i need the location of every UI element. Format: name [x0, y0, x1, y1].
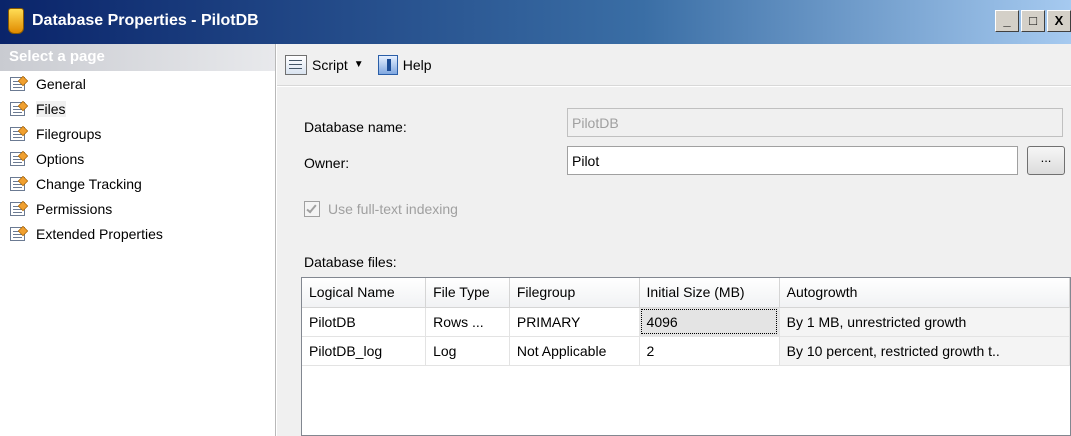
filegroup-cell[interactable]: PRIMARY	[509, 307, 640, 337]
browse-owner-button[interactable]: ...	[1027, 146, 1065, 175]
page-item-extended-properties[interactable]: Extended Properties	[10, 221, 275, 246]
files-page-content: Database name: PilotDB Owner: Pilot ... …	[277, 87, 1071, 436]
owner-label: Owner:	[304, 155, 350, 171]
table-row[interactable]: PilotDB_log Log Not Applicable 2 By 10 p…	[302, 336, 1070, 366]
files-table: Logical Name File Type Filegroup Initial…	[302, 278, 1070, 366]
properties-page-icon	[10, 75, 30, 92]
initial-size-cell[interactable]: 4096	[639, 307, 780, 337]
page-item-label: General	[36, 75, 86, 92]
script-icon	[285, 54, 307, 75]
properties-page-icon	[10, 200, 30, 217]
fulltext-indexing-checkbox	[304, 201, 320, 217]
file-type-cell[interactable]: Log	[425, 336, 510, 366]
page-item-label: Filegroups	[36, 125, 102, 142]
database-name-field: PilotDB	[567, 108, 1063, 137]
toolbar: Script ▼ Help	[277, 44, 1071, 86]
window-controls: _ □ X	[993, 10, 1071, 32]
window-title: Database Properties - PilotDB	[32, 12, 259, 29]
help-button[interactable]: Help	[377, 54, 432, 75]
help-icon	[377, 54, 398, 75]
page-item-label: Change Tracking	[36, 175, 142, 192]
select-page-header: Select a page	[0, 44, 275, 71]
properties-page-icon	[10, 150, 30, 167]
logical-name-cell[interactable]: PilotDB_log	[302, 336, 427, 366]
column-header-initial-size[interactable]: Initial Size (MB)	[639, 278, 780, 308]
page-item-label: Files	[36, 100, 66, 117]
column-header-logical-name[interactable]: Logical Name	[302, 278, 427, 308]
fulltext-indexing-row: Use full-text indexing	[304, 201, 458, 217]
page-item-label: Extended Properties	[36, 225, 163, 242]
page-item-label: Options	[36, 150, 85, 167]
properties-page-icon	[10, 100, 30, 117]
autogrowth-cell[interactable]: By 10 percent, restricted growth t..	[779, 336, 1070, 366]
script-label: Script	[312, 56, 348, 73]
script-button[interactable]: Script ▼	[285, 54, 364, 75]
owner-field[interactable]: Pilot	[567, 146, 1018, 175]
page-item-permissions[interactable]: Permissions	[10, 196, 275, 221]
properties-page-icon	[10, 175, 30, 192]
database-icon	[8, 8, 24, 34]
minimize-button[interactable]: _	[995, 10, 1019, 32]
properties-page-icon	[10, 225, 30, 242]
column-header-file-type[interactable]: File Type	[425, 278, 510, 308]
column-header-filegroup[interactable]: Filegroup	[509, 278, 640, 308]
maximize-button[interactable]: □	[1021, 10, 1045, 32]
page-item-general[interactable]: General	[10, 71, 275, 96]
chevron-down-icon[interactable]: ▼	[354, 59, 364, 70]
initial-size-cell[interactable]: 2	[639, 336, 780, 366]
logical-name-cell[interactable]: PilotDB	[302, 307, 427, 337]
page-item-filegroups[interactable]: Filegroups	[10, 121, 275, 146]
page-selector-panel: Select a page General Files Filegroups O…	[0, 44, 276, 436]
page-item-change-tracking[interactable]: Change Tracking	[10, 171, 275, 196]
file-type-cell[interactable]: Rows ...	[425, 307, 510, 337]
fulltext-indexing-label: Use full-text indexing	[328, 201, 458, 217]
database-name-label: Database name:	[304, 119, 407, 135]
page-item-options[interactable]: Options	[10, 146, 275, 171]
column-header-autogrowth[interactable]: Autogrowth	[779, 278, 1070, 308]
table-header-row: Logical Name File Type Filegroup Initial…	[302, 278, 1070, 308]
page-list: General Files Filegroups Options Change …	[0, 71, 275, 246]
database-files-label: Database files:	[304, 254, 397, 270]
properties-page-icon	[10, 125, 30, 142]
filegroup-cell[interactable]: Not Applicable	[509, 336, 640, 366]
table-row[interactable]: PilotDB Rows ... PRIMARY 4096 By 1 MB, u…	[302, 307, 1070, 337]
page-item-label: Permissions	[36, 200, 113, 217]
page-item-files[interactable]: Files	[10, 96, 275, 121]
help-label: Help	[402, 56, 432, 73]
database-files-grid[interactable]: Logical Name File Type Filegroup Initial…	[301, 277, 1071, 436]
checkmark-icon	[306, 202, 317, 214]
autogrowth-cell[interactable]: By 1 MB, unrestricted growth	[779, 307, 1070, 337]
close-button[interactable]: X	[1047, 10, 1071, 32]
title-bar: Database Properties - PilotDB _ □ X	[0, 0, 1071, 44]
